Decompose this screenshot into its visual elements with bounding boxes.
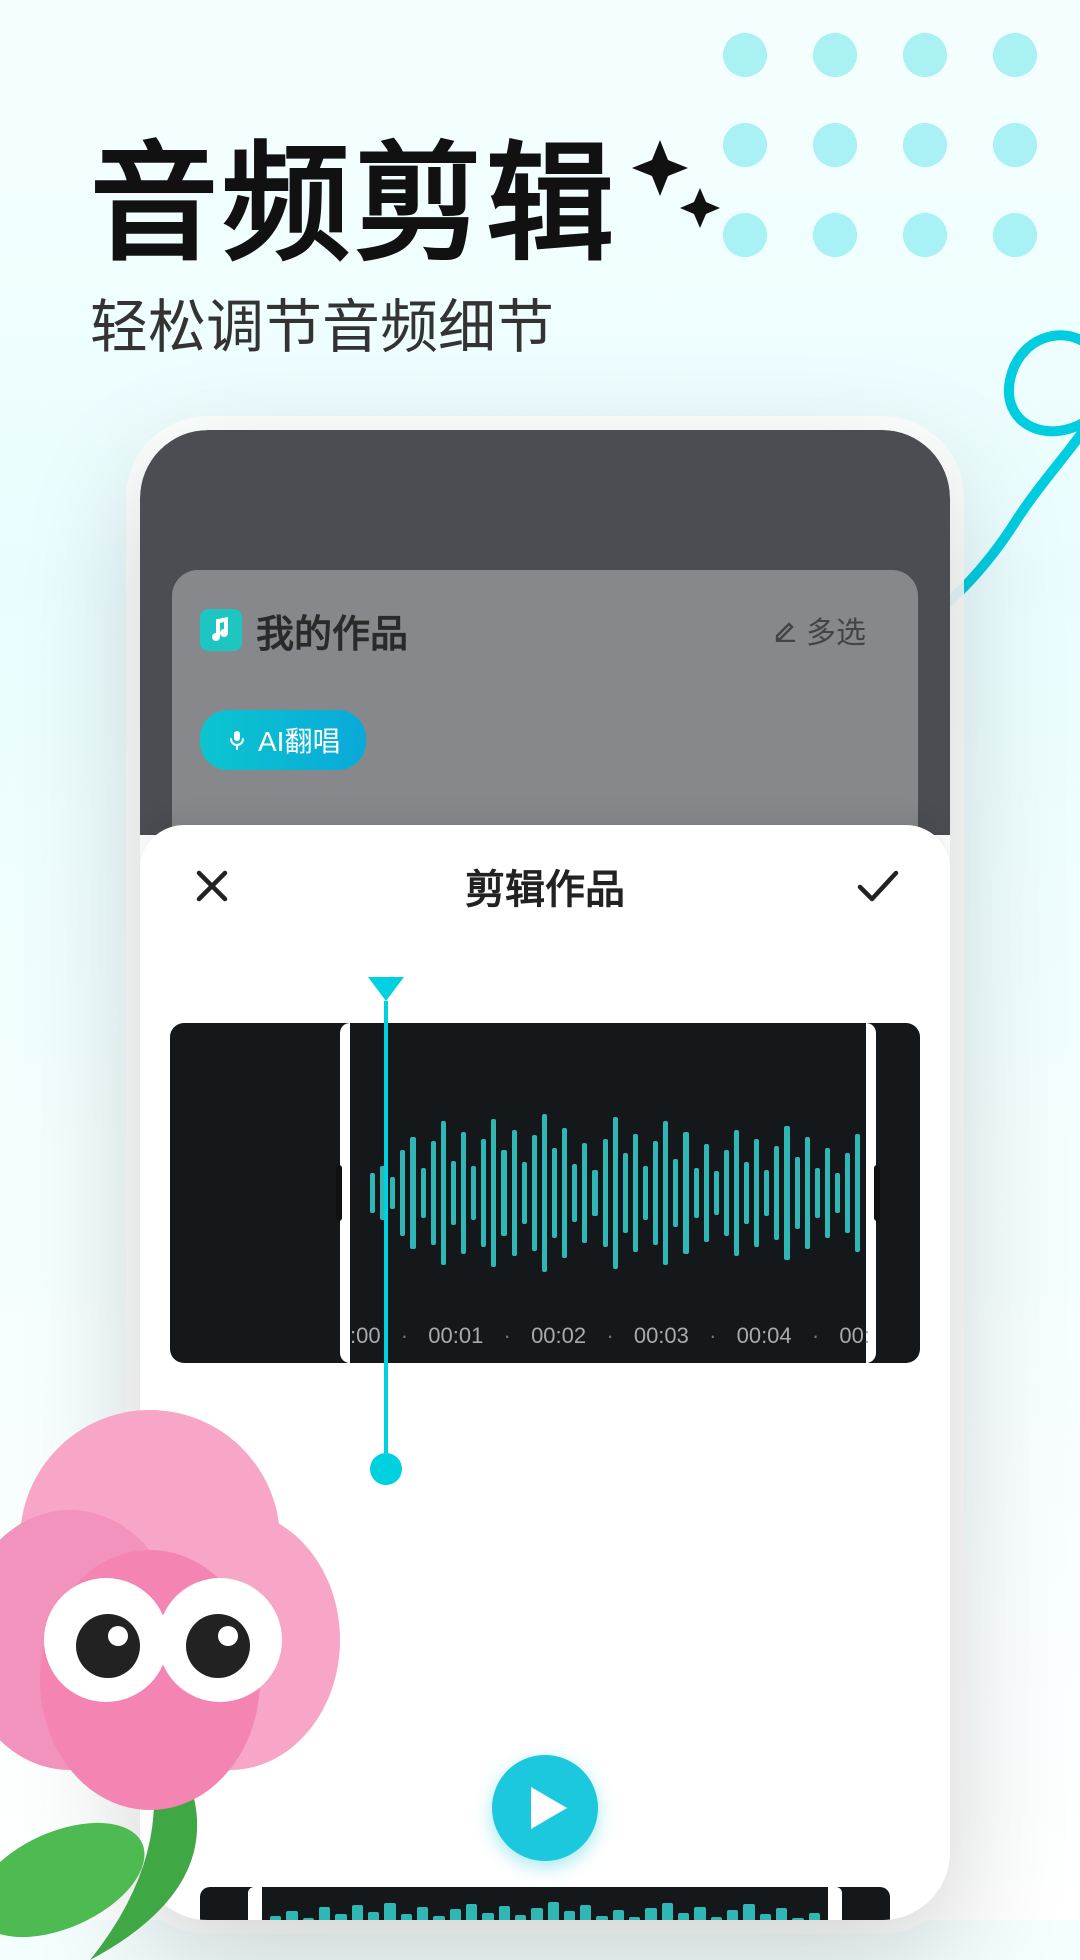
overview-bar (743, 1904, 754, 1920)
ai-cover-label: AI翻唱 (258, 720, 340, 760)
editor-title: 剪辑作品 (465, 857, 625, 915)
overview-bar (482, 1913, 493, 1920)
overview-bar (401, 1914, 412, 1920)
overview-bar (466, 1904, 477, 1920)
overview-bar (760, 1914, 771, 1920)
headline-subtitle: 轻松调节音频细节 (90, 280, 554, 364)
playhead[interactable] (368, 977, 404, 1485)
play-button[interactable] (492, 1755, 598, 1861)
overview-bar (613, 1910, 624, 1920)
overview-bar (499, 1906, 510, 1920)
headline-title: 音频剪辑 (90, 100, 618, 285)
overview-bar (384, 1903, 395, 1920)
overview-bar (809, 1913, 820, 1920)
confirm-button[interactable] (850, 858, 906, 914)
trim-handle-right[interactable] (874, 1165, 880, 1221)
time-label: 00:04 (737, 1323, 792, 1349)
play-icon (529, 1785, 569, 1831)
sparkle-icon (630, 130, 730, 255)
multi-select-label: 多选 (806, 608, 866, 652)
ai-cover-pill[interactable]: AI翻唱 (200, 710, 366, 770)
multi-select-button[interactable]: 多选 (750, 598, 890, 662)
playhead-marker-icon (368, 977, 404, 1001)
check-icon (856, 867, 900, 905)
overview-bar (596, 1916, 607, 1920)
time-label: 00: (839, 1323, 870, 1349)
overview-bar (678, 1913, 689, 1920)
overview-bar (531, 1908, 542, 1920)
trim-handle-left[interactable] (336, 1165, 342, 1221)
close-icon (193, 867, 231, 905)
flower-decoration (0, 1240, 360, 1960)
my-works-label: 我的作品 (256, 603, 408, 658)
trim-selection[interactable] (340, 1023, 876, 1363)
overview-bar (727, 1910, 738, 1920)
time-label: 00:01 (428, 1323, 483, 1349)
overview-bar (450, 1909, 461, 1920)
overview-bar (515, 1915, 526, 1920)
overview-bar (433, 1916, 444, 1920)
dot-grid-decoration (680, 0, 1080, 260)
overview-bar (694, 1907, 705, 1920)
overview-bar (548, 1902, 559, 1920)
time-label: 00:03 (634, 1323, 689, 1349)
music-note-icon (200, 609, 242, 651)
time-label: 00:02 (531, 1323, 586, 1349)
dimmed-backdrop: 我的作品 多选 AI翻唱 (140, 430, 950, 835)
overview-bar (417, 1907, 428, 1920)
overview-bar (564, 1911, 575, 1920)
overview-bar (580, 1905, 591, 1920)
close-button[interactable] (184, 858, 240, 914)
edit-icon (774, 618, 798, 642)
time-ruler: :00·00:01·00:02·00:03·00:04·00: (350, 1323, 870, 1349)
overview-bar (662, 1903, 673, 1920)
mic-icon (226, 729, 248, 751)
overview-bar (776, 1908, 787, 1920)
overview-bar (645, 1908, 656, 1920)
overview-bar (368, 1912, 379, 1920)
